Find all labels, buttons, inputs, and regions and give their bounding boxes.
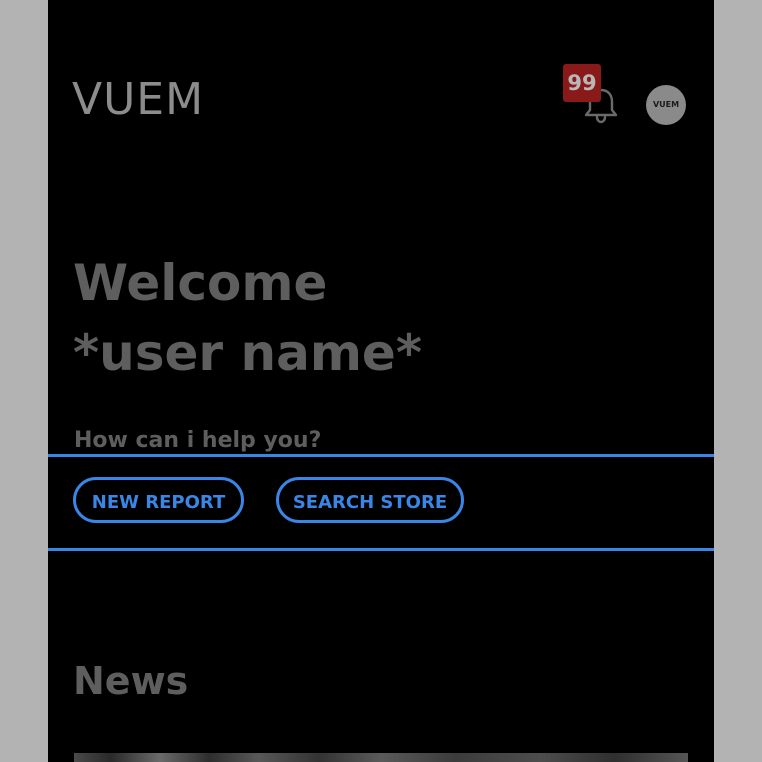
help-prompt: How can i help you? [74,428,322,453]
search-store-button[interactable]: SEARCH STORE [276,477,464,523]
avatar[interactable]: VUEM [646,85,686,125]
user-name: *user name* [73,324,422,382]
news-heading: News [73,659,189,703]
notification-badge: 99 [563,64,601,102]
quick-actions: NEW REPORT SEARCH STORE [48,454,714,551]
news-image[interactable] [74,753,688,762]
welcome-line: Welcome [73,254,328,312]
app-logo: VUEM [72,74,205,125]
welcome-heading: Welcome *user name* [73,248,422,388]
app-screen: VUEM 99 VUEM Welcome *user name* How can… [48,0,714,762]
new-report-button[interactable]: NEW REPORT [73,477,244,523]
